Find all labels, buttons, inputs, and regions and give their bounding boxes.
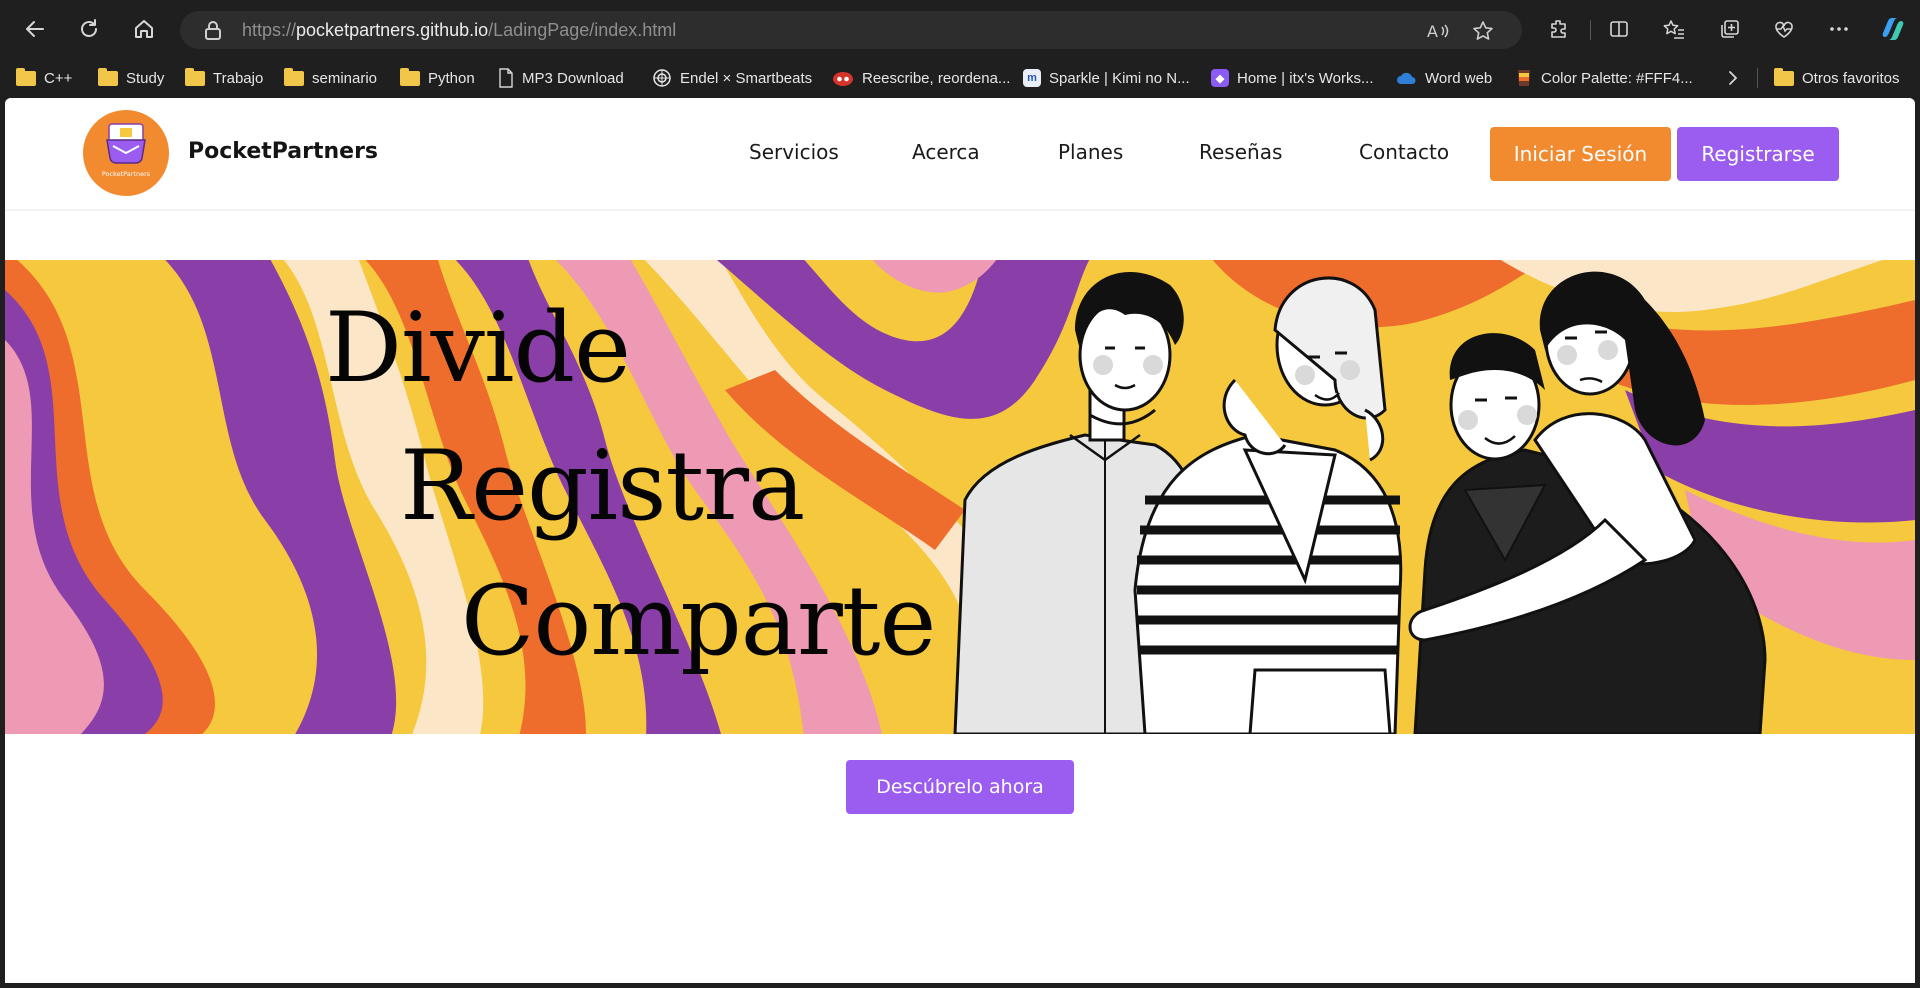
- bookmark-label: Python: [428, 69, 475, 87]
- bookmark-label: MP3 Download: [522, 69, 624, 87]
- folder-icon: [284, 67, 304, 86]
- login-button[interactable]: Iniciar Sesión: [1490, 127, 1671, 181]
- back-icon[interactable]: [18, 12, 52, 46]
- more-icon[interactable]: [1821, 12, 1857, 46]
- bookmark-label: Color Palette: #FFF4...: [1541, 69, 1693, 87]
- bookmark-label: Reescribe, reordena...: [862, 69, 1011, 87]
- nav-servicios[interactable]: Servicios: [749, 140, 839, 164]
- bookmark-label: Otros favoritos: [1802, 69, 1900, 87]
- bookmark-label: Trabajo: [213, 69, 264, 87]
- copilot-icon[interactable]: [1875, 12, 1911, 46]
- bookmark-trabajo[interactable]: Trabajo: [185, 64, 263, 92]
- logo[interactable]: PocketPartners: [83, 110, 169, 196]
- bookmark-word-web[interactable]: Word web: [1395, 64, 1492, 92]
- split-screen-icon[interactable]: [1601, 12, 1637, 46]
- hero-illustration: [5, 260, 1915, 734]
- bookmark-label: Endel × Smartbeats: [680, 69, 813, 87]
- bookmark-other-favorites[interactable]: Otros favoritos: [1774, 64, 1900, 92]
- read-aloud-icon[interactable]: A: [1425, 18, 1451, 44]
- hero-word-comparte: Comparte: [461, 565, 936, 677]
- favorite-star-icon[interactable]: [1470, 18, 1496, 44]
- bookmark-home-itx[interactable]: ◆ Home | itx's Works...: [1211, 64, 1374, 92]
- collections-icon[interactable]: [1712, 12, 1748, 46]
- palette-icon: [1518, 70, 1530, 86]
- hero-banner: Divide Registra Comparte: [5, 260, 1915, 734]
- extensions-icon[interactable]: [1541, 12, 1577, 46]
- clickup-icon: ◆: [1211, 69, 1229, 87]
- brand-name[interactable]: PocketPartners: [188, 139, 378, 164]
- onedrive-icon: [1397, 72, 1416, 84]
- endel-icon: [653, 69, 671, 87]
- nav-planes[interactable]: Planes: [1058, 140, 1123, 164]
- bookmark-endel[interactable]: Endel × Smartbeats: [652, 64, 812, 92]
- sparkle-icon: m: [1023, 69, 1041, 87]
- folder-icon: [16, 67, 36, 86]
- bookmark-label: Word web: [1425, 69, 1493, 87]
- bookmark-label: C++: [44, 69, 73, 87]
- bookmark-label: Study: [126, 69, 165, 87]
- signup-button[interactable]: Registrarse: [1677, 127, 1839, 181]
- home-icon[interactable]: [127, 12, 161, 46]
- pocket-logo-icon: PocketPartners: [102, 123, 151, 178]
- folder-icon: [1774, 67, 1794, 86]
- toolbar-separator: [1590, 20, 1591, 40]
- hero-word-registra: Registra: [400, 430, 805, 542]
- lock-icon[interactable]: [202, 19, 224, 41]
- bookmark-label: Sparkle | Kimi no N...: [1049, 69, 1190, 87]
- health-icon[interactable]: [1766, 12, 1802, 46]
- bookmarks-bar: C++ Study Trabajo seminario Python MP3 D…: [0, 58, 1920, 98]
- url-path: /LadingPage/index.html: [488, 20, 677, 40]
- folder-icon: [185, 67, 205, 86]
- discover-now-button[interactable]: Descúbrelo ahora: [846, 760, 1074, 814]
- nav-acerca[interactable]: Acerca: [912, 140, 980, 164]
- bookmark-cpp[interactable]: C++: [16, 64, 72, 92]
- nav-contacto[interactable]: Contacto: [1359, 140, 1449, 164]
- nav-resenas[interactable]: Reseñas: [1199, 140, 1282, 164]
- folder-icon: [400, 67, 420, 86]
- bookmarks-separator: [1757, 68, 1758, 88]
- bookmark-python[interactable]: Python: [400, 64, 475, 92]
- bookmark-reescribe[interactable]: Reescribe, reordena...: [832, 64, 1010, 92]
- bookmark-label: seminario: [312, 69, 378, 87]
- url-scheme: https://: [242, 20, 297, 40]
- logo-mark-text: PocketPartners: [102, 170, 151, 178]
- quillbot-icon: [833, 72, 853, 86]
- browser-toolbar: https://pocketpartners.github.io/LadingP…: [0, 0, 1920, 58]
- folder-icon: [98, 67, 118, 86]
- bookmark-seminario[interactable]: seminario: [284, 64, 377, 92]
- site-header: PocketPartners PocketPartners Servicios …: [5, 98, 1915, 211]
- bookmark-mp3-download[interactable]: MP3 Download: [498, 64, 624, 92]
- page-viewport: PocketPartners PocketPartners Servicios …: [5, 98, 1915, 983]
- bookmark-color-palette[interactable]: Color Palette: #FFF4...: [1515, 64, 1693, 92]
- address-bar[interactable]: https://pocketpartners.github.io/LadingP…: [180, 11, 1522, 49]
- reload-icon[interactable]: [72, 12, 106, 46]
- bookmark-label: Home | itx's Works...: [1237, 69, 1374, 87]
- url-host: pocketpartners.github.io: [296, 20, 489, 40]
- bookmark-study[interactable]: Study: [98, 64, 164, 92]
- svg-text:A: A: [1427, 22, 1438, 41]
- more-bookmarks-chevron-icon[interactable]: [1727, 64, 1739, 92]
- hero-word-divide: Divide: [325, 292, 631, 404]
- favorites-icon[interactable]: [1656, 12, 1692, 46]
- page-icon: [499, 68, 513, 88]
- bookmark-sparkle[interactable]: m Sparkle | Kimi no N...: [1023, 64, 1190, 92]
- url-text[interactable]: https://pocketpartners.github.io/LadingP…: [242, 20, 676, 41]
